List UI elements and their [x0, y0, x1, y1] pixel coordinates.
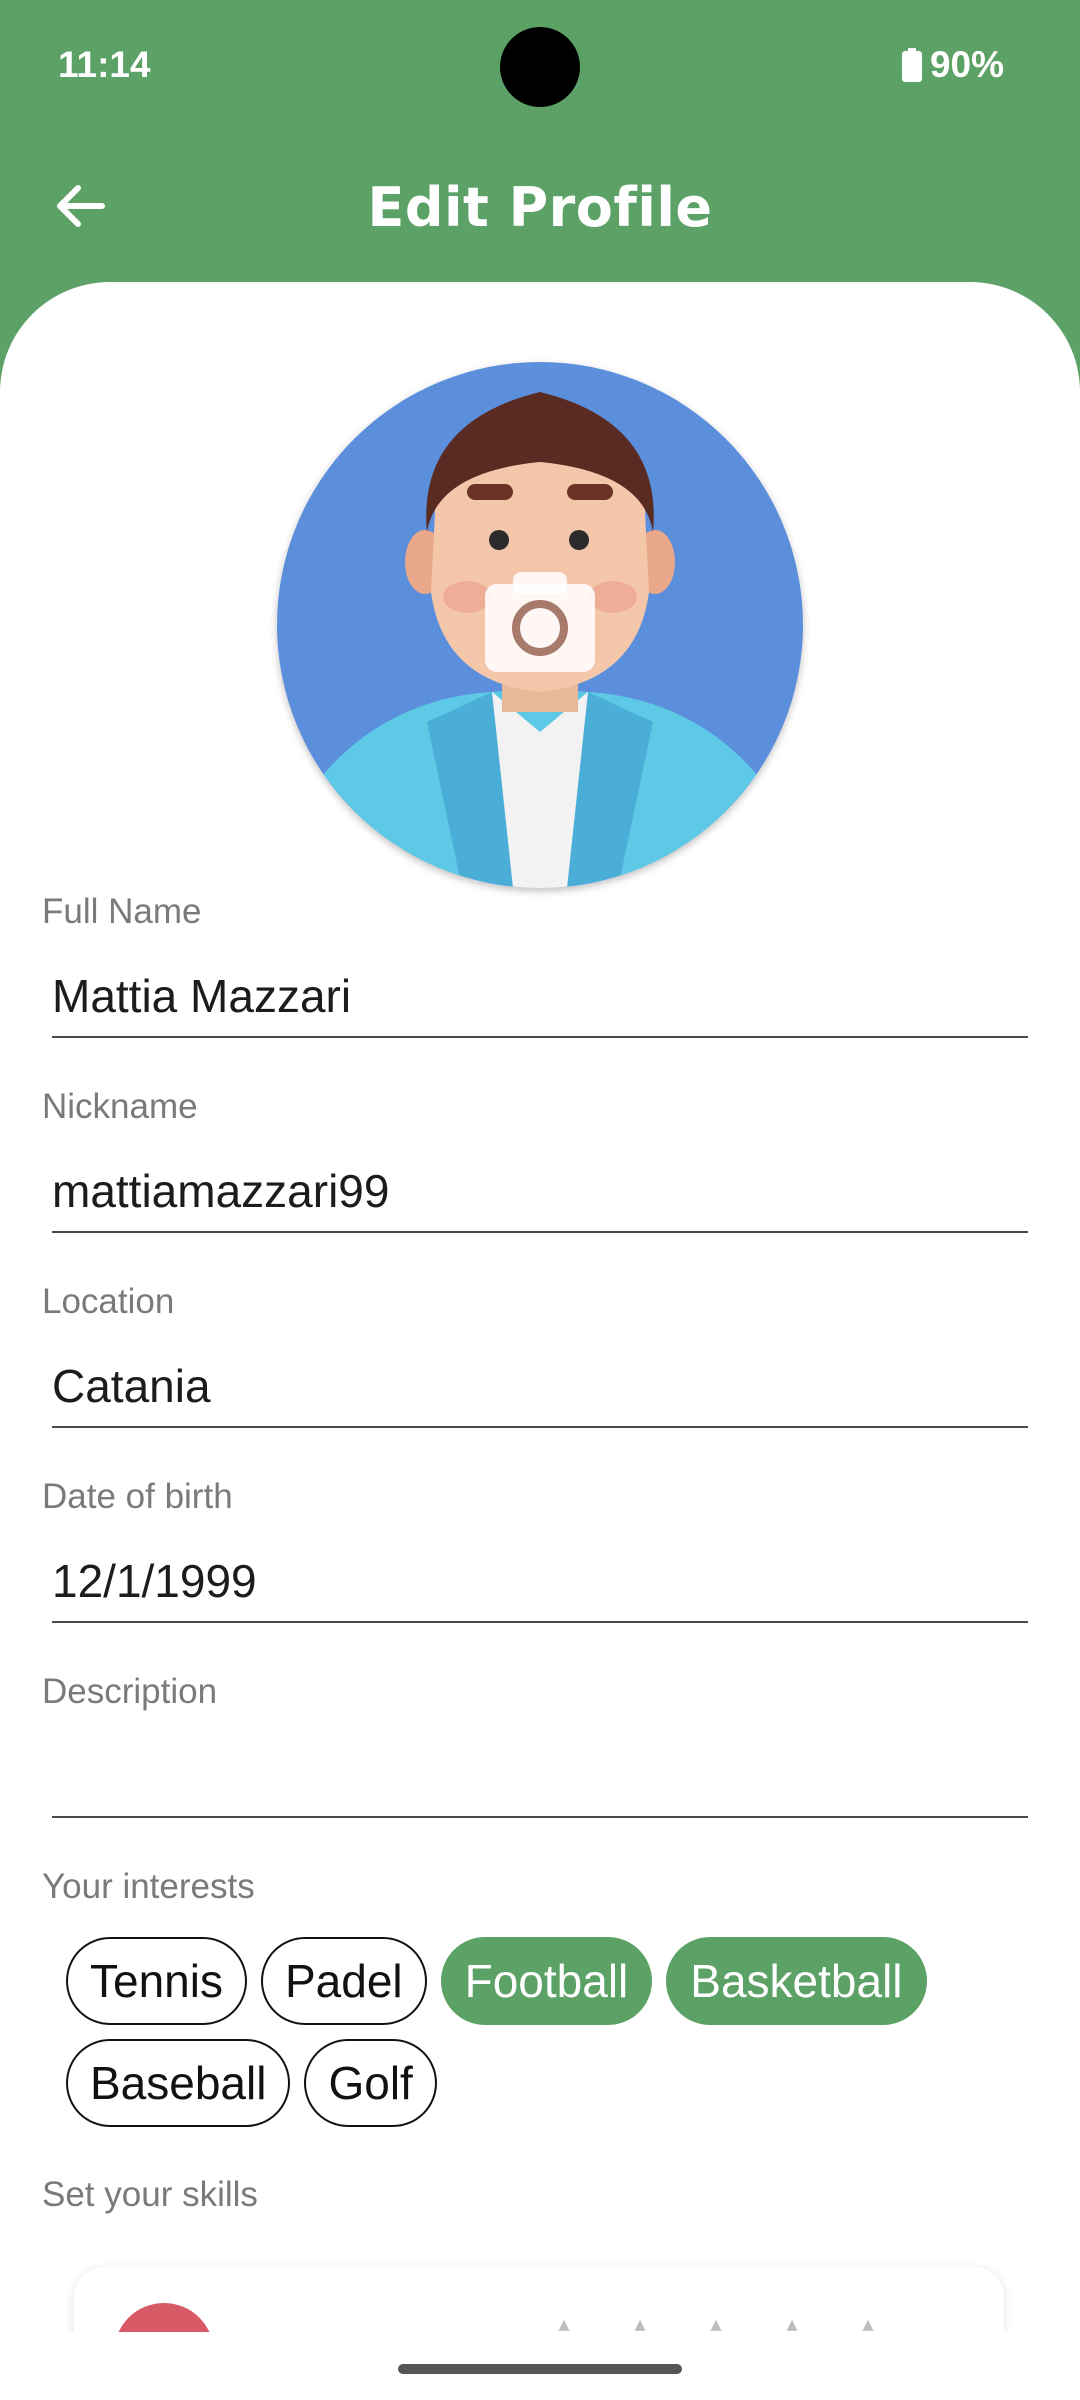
- nickname-label: Nickname: [42, 1087, 198, 1126]
- battery-indicator: 90%: [901, 44, 1004, 86]
- chip-baseball[interactable]: Baseball: [66, 2039, 291, 2127]
- front-camera-cutout: [500, 27, 580, 107]
- chip-golf[interactable]: Golf: [304, 2039, 437, 2127]
- star-icon[interactable]: ▴: [552, 2311, 576, 2332]
- star-icon[interactable]: ▴: [856, 2311, 880, 2332]
- skill-rating[interactable]: ▴ ▴ ▴ ▴ ▴: [552, 2311, 880, 2332]
- sport-icon: [114, 2303, 214, 2332]
- chip-tennis[interactable]: Tennis: [66, 1937, 247, 2025]
- battery-percentage: 90%: [929, 44, 1004, 85]
- date-of-birth-input[interactable]: [52, 1541, 1028, 1623]
- full-name-input[interactable]: [52, 956, 1028, 1038]
- chip-football[interactable]: Football: [440, 1937, 653, 2025]
- page-title: Edit Profile: [367, 176, 713, 239]
- star-icon[interactable]: ▴: [704, 2311, 728, 2332]
- app-bar: Edit Profile: [0, 140, 1080, 280]
- full-name-label: Full Name: [42, 892, 202, 931]
- edit-profile-screen: 11:14 90% Edit Profile Full Name Mattia …: [0, 0, 1080, 2400]
- status-bar: 11:14 90%: [0, 0, 1080, 130]
- avatar-picker[interactable]: [277, 362, 803, 888]
- description-label: Description: [42, 1672, 218, 1711]
- chip-padel[interactable]: Padel: [260, 1937, 427, 2025]
- date-of-birth-label: Date of birth: [42, 1477, 233, 1516]
- status-time: 11:14: [58, 44, 151, 85]
- location-input[interactable]: [52, 1346, 1028, 1428]
- location-label: Location: [42, 1282, 175, 1321]
- battery-icon: [901, 48, 922, 82]
- interests-chip-group: Tennis Padel Football Basketball Basebal…: [66, 1937, 1026, 2141]
- chip-basketball[interactable]: Basketball: [666, 1937, 927, 2025]
- profile-form-sheet: Full Name Nickname Location Date of birt…: [0, 282, 1080, 2332]
- star-icon[interactable]: ▴: [780, 2311, 804, 2332]
- chip-row: Tennis Padel Football Basketball: [66, 1937, 1026, 2025]
- star-icon[interactable]: ▴: [628, 2311, 652, 2332]
- skills-label: Set your skills: [42, 2175, 258, 2214]
- nickname-input[interactable]: [52, 1151, 1028, 1233]
- camera-icon: [485, 572, 595, 672]
- description-input[interactable]: [52, 1736, 1028, 1818]
- chip-row: Baseball Golf: [66, 2039, 1026, 2127]
- skill-card: ▴ ▴ ▴ ▴ ▴: [74, 2267, 1004, 2332]
- interests-label: Your interests: [42, 1867, 255, 1906]
- home-indicator[interactable]: [398, 2364, 682, 2374]
